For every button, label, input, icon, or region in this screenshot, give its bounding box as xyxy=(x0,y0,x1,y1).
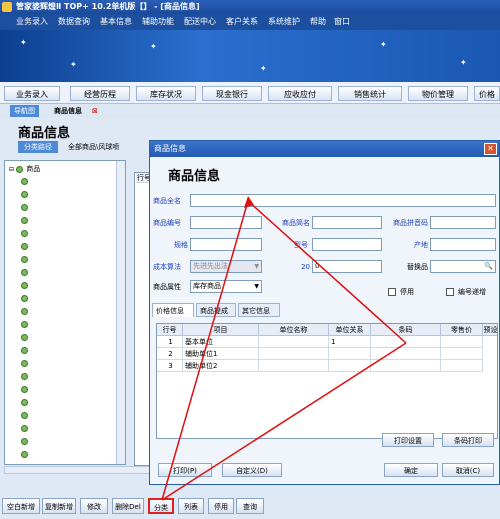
arrow-line xyxy=(161,200,249,501)
annotation-arrows xyxy=(161,196,407,501)
arrow-line xyxy=(247,200,407,344)
arrow-head xyxy=(244,196,254,208)
arrow-line xyxy=(161,342,407,501)
